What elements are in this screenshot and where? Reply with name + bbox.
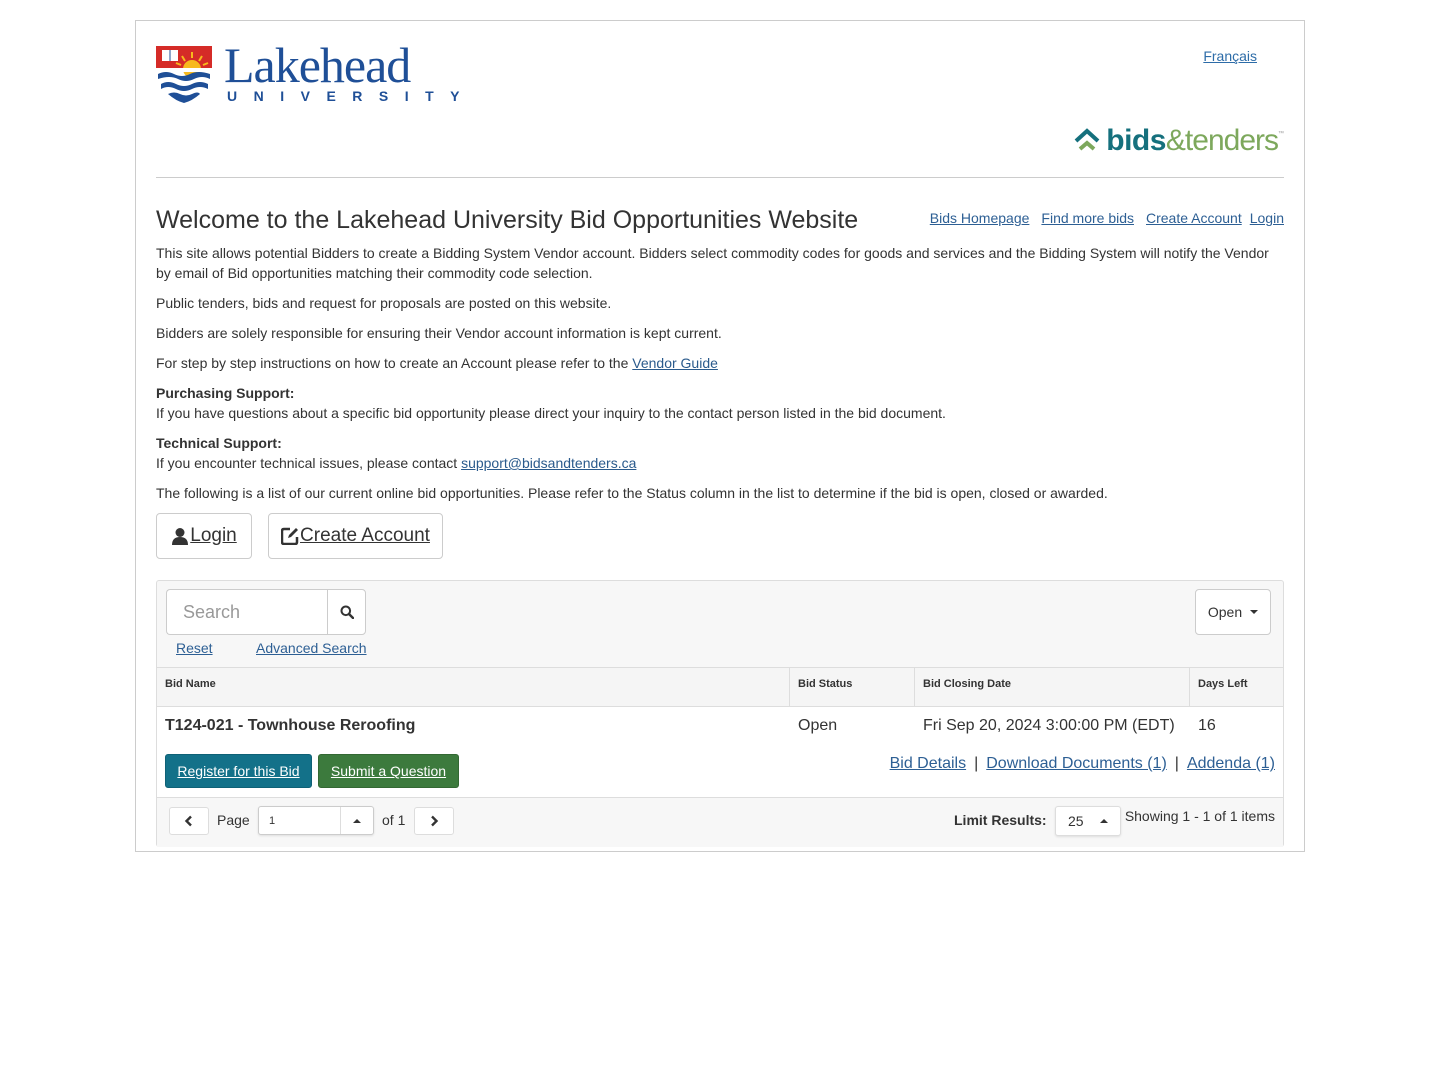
vendor-guide-paragraph: For step by step instructions on how to …: [156, 353, 1284, 373]
support-email-link[interactable]: support@bidsandtenders.ca: [461, 455, 636, 471]
responsibility-paragraph: Bidders are solely responsible for ensur…: [156, 325, 722, 341]
previous-page-button[interactable]: [169, 807, 209, 835]
column-header-bid-name[interactable]: Bid Name: [157, 668, 790, 706]
nav-bids-homepage[interactable]: Bids Homepage: [930, 210, 1030, 226]
brand-tenders-text: &tenders: [1165, 124, 1279, 157]
bid-days-left: 16: [1198, 717, 1216, 734]
page-title: Welcome to the Lakehead University Bid O…: [156, 206, 859, 234]
caret-up-icon: [353, 818, 361, 823]
purchasing-support-heading: Purchasing Support:: [156, 385, 295, 401]
limit-results-label: Limit Results:: [954, 812, 1047, 828]
language-link-francais[interactable]: Français: [1203, 48, 1257, 64]
column-header-bid-closing-date[interactable]: Bid Closing Date: [915, 668, 1190, 706]
bid-name: T124-021 - Townhouse Reroofing: [165, 717, 416, 734]
bids-table: Bid Name Bid Status Bid Closing Date Day…: [157, 667, 1283, 797]
edit-icon: [281, 527, 299, 545]
nav-login[interactable]: Login: [1250, 210, 1284, 226]
page-number-value: 1: [269, 815, 276, 827]
create-account-button[interactable]: Create Account: [268, 513, 443, 559]
page-label: Page: [217, 812, 250, 828]
table-header: Bid Name Bid Status Bid Closing Date Day…: [157, 667, 1283, 707]
bids-and-tenders-logo[interactable]: bids &tenders ™: [1074, 125, 1284, 157]
brand-trademark: ™: [1278, 131, 1284, 137]
lakehead-university-logo[interactable]: Lakehead UNIVERSITY: [156, 40, 460, 106]
status-filter-value: Open: [1207, 604, 1243, 620]
page-container: Lakehead UNIVERSITY Français bids &tende…: [135, 20, 1305, 852]
limit-results-dropdown[interactable]: 25: [1055, 806, 1121, 836]
university-subtitle: UNIVERSITY: [227, 88, 477, 104]
download-documents-link[interactable]: Download Documents (1): [986, 755, 1167, 773]
column-header-days-left[interactable]: Days Left: [1190, 668, 1283, 706]
technical-support: Technical Support: If you encounter tech…: [156, 433, 1284, 473]
search-icon: [340, 605, 354, 619]
search-button[interactable]: [327, 589, 366, 635]
chevron-left-icon: [184, 815, 192, 827]
header: Lakehead UNIVERSITY Français bids &tende…: [156, 21, 1284, 178]
login-button[interactable]: Login: [156, 513, 252, 559]
nav-find-more-bids[interactable]: Find more bids: [1041, 210, 1134, 226]
nav-create-account[interactable]: Create Account: [1146, 210, 1242, 226]
technical-support-text: If you encounter technical issues, pleas…: [156, 455, 462, 471]
submit-question-button[interactable]: Submit a Question: [318, 754, 459, 788]
advanced-search-link[interactable]: Advanced Search: [256, 640, 367, 656]
page-count: of 1: [382, 812, 406, 828]
intro-paragraph: This site allows potential Bidders to cr…: [156, 245, 1269, 281]
page-spinner[interactable]: [340, 807, 373, 834]
purchasing-support-text: If you have questions about a specific b…: [156, 405, 946, 421]
bid-details-link[interactable]: Bid Details: [890, 755, 966, 773]
results-summary: Showing 1 - 1 of 1 items: [1124, 808, 1275, 824]
link-separator: |: [1174, 755, 1179, 772]
bid-status: Open: [798, 717, 838, 734]
limit-results-value: 25: [1068, 813, 1084, 829]
search-group: [166, 589, 366, 635]
chevron-right-icon: [431, 815, 439, 827]
bids-panel: Reset Advanced Search Open Bid Name Bid …: [156, 580, 1284, 847]
login-button-label: Login: [190, 525, 237, 546]
addenda-link[interactable]: Addenda (1): [1187, 755, 1275, 773]
pagination-bar: Page 1 of 1 Limit Results: 25 Showing 1 …: [157, 797, 1283, 847]
brand-bids-text: bids: [1106, 124, 1166, 157]
link-separator: |: [974, 755, 979, 772]
next-page-button[interactable]: [414, 807, 454, 835]
caret-up-icon: [1100, 819, 1108, 823]
page-number-input[interactable]: 1: [258, 806, 374, 835]
column-header-bid-status[interactable]: Bid Status: [790, 668, 915, 706]
create-account-button-label: Create Account: [300, 525, 430, 546]
vendor-guide-link[interactable]: Vendor Guide: [632, 355, 718, 371]
vendor-guide-text: For step by step instructions on how to …: [156, 355, 633, 371]
chevrons-up-icon: [1074, 128, 1100, 151]
table-row: T124-021 - Townhouse Reroofing Open Fri …: [157, 707, 1283, 797]
caret-down-icon: [1250, 610, 1259, 614]
bid-closing-date: Fri Sep 20, 2024 3:00:00 PM (EDT): [923, 717, 1175, 734]
public-tenders-paragraph: Public tenders, bids and request for pro…: [156, 295, 612, 311]
bid-row-links: Bid Details | Download Documents (1) | A…: [890, 755, 1275, 773]
user-icon: [172, 528, 189, 545]
search-input[interactable]: [166, 589, 327, 635]
top-navigation: Bids Homepage Find more bids Create Acco…: [930, 210, 1284, 226]
purchasing-support: Purchasing Support: If you have question…: [156, 383, 1284, 423]
university-crest-icon: [156, 46, 212, 104]
bid-list-intro: The following is a list of our current o…: [156, 485, 1108, 501]
register-for-bid-button[interactable]: Register for this Bid: [165, 754, 312, 788]
technical-support-heading: Technical Support:: [156, 435, 282, 451]
university-wordmark: Lakehead: [224, 37, 411, 93]
status-filter-dropdown[interactable]: Open: [1195, 589, 1271, 635]
reset-link[interactable]: Reset: [176, 640, 213, 656]
